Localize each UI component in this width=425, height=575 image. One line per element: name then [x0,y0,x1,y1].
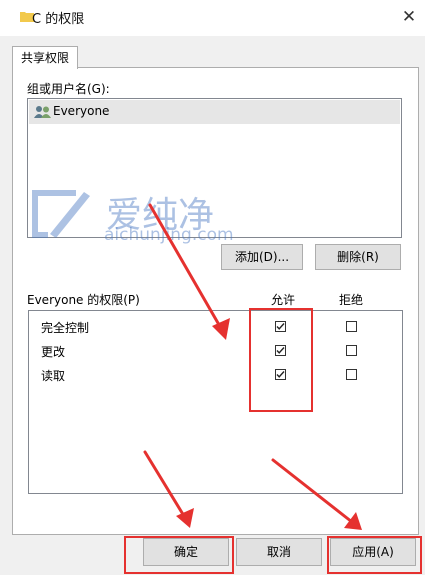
annotation-arrowhead-ok [176,508,194,528]
annotation-arrowhead-allow [212,318,230,340]
permissions-dialog: C 的权限 ✕ 共享权限 组或用户名(G): Everyone 爱纯净 aich… [0,0,425,575]
annotation-arrowhead-apply [344,512,362,530]
tab-share-permissions[interactable]: 共享权限 [12,46,78,69]
annotation-arrow-ok [143,450,186,518]
annotation-arrow-apply [271,458,354,524]
annotation-arrow-allow [148,203,224,332]
annotation-arrows [143,203,362,530]
